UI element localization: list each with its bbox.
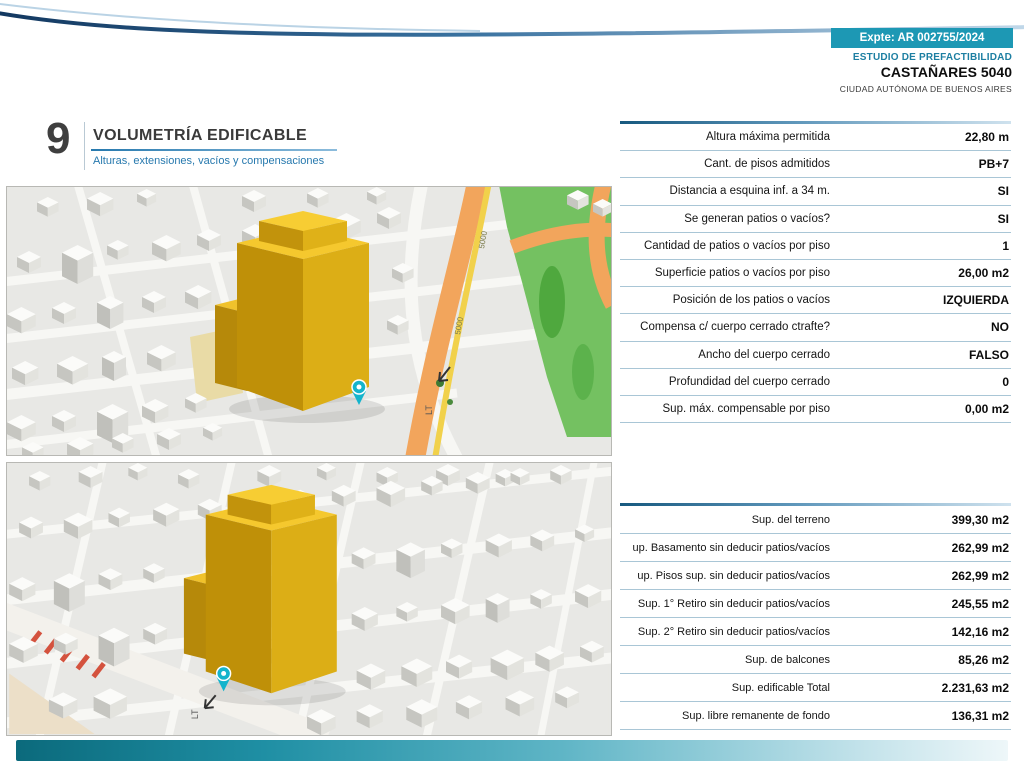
parameters-table: Altura máxima permitida 22,80 m Cant. de…	[620, 121, 1011, 424]
surface-value: 262,99 m2	[951, 540, 1009, 555]
surface-value: 136,31 m2	[951, 708, 1009, 723]
address-title: CASTAÑARES 5040	[880, 64, 1012, 80]
surface-value: 85,26 m2	[958, 652, 1009, 667]
table-row: up. Basamento sin deducir patios/vacíos …	[620, 534, 1011, 562]
table-row: Profundidad del cuerpo cerrado 0	[620, 369, 1011, 396]
parameter-label: Posición de los patios o vacíos	[672, 294, 830, 307]
surface-value: 399,30 m2	[951, 512, 1009, 527]
table-row: Sup. libre remanente de fondo 136,31 m2	[620, 702, 1011, 730]
table-row: Sup. de balcones 85,26 m2	[620, 646, 1011, 674]
parameter-label: Altura máxima permitida	[706, 131, 830, 144]
surface-value: 245,55 m2	[951, 596, 1009, 611]
surface-label: Sup. 1° Retiro sin deducir patios/vacíos	[637, 597, 830, 610]
surface-label: Sup. del terreno	[751, 513, 830, 526]
parameter-label: Distancia a esquina inf. a 34 m.	[669, 185, 830, 198]
parameter-value: IZQUIERDA	[943, 293, 1009, 308]
parameter-value: 0,00 m2	[964, 401, 1009, 416]
parameter-value: 1	[1002, 238, 1009, 253]
city-label: CIUDAD AUTÓNOMA DE BUENOS AIRES	[839, 84, 1012, 94]
section-divider	[84, 122, 85, 170]
section-underline	[91, 149, 337, 151]
parameter-value: NO	[991, 320, 1009, 335]
table-row: Sup. del terreno 399,30 m2	[620, 506, 1011, 534]
parameter-label: Se generan patios o vacíos?	[684, 212, 830, 225]
surface-value: 142,16 m2	[951, 624, 1009, 639]
section-subtitle: Alturas, extensiones, vacíos y compensac…	[93, 155, 325, 167]
table-row: Cant. de pisos admitidos PB+7	[620, 151, 1011, 179]
parameter-label: Compensa c/ cuerpo cerrado ctrafte?	[640, 321, 830, 334]
table-row: Se generan patios o vacíos? SI	[620, 206, 1011, 233]
parameter-value: SI	[997, 184, 1009, 199]
table-row: Superficie patios o vacíos por piso 26,0…	[620, 260, 1011, 288]
table-row: Posición de los patios o vacíos IZQUIERD…	[620, 287, 1011, 315]
lt-label: LT	[190, 709, 200, 719]
table-row: Sup. edificable Total 2.231,63 m2	[620, 674, 1011, 702]
table-row: Altura máxima permitida 22,80 m	[620, 124, 1011, 152]
section-title: VOLUMETRÍA EDIFICABLE	[93, 127, 308, 144]
parameter-label: Ancho del cuerpo cerrado	[698, 348, 830, 361]
footer-gradient-bar	[16, 740, 1008, 761]
parameter-value: SI	[997, 211, 1009, 226]
parameter-value: 22,80 m	[964, 130, 1009, 145]
highlighted-building-volume	[183, 484, 346, 706]
table-row: Sup. máx. compensable por piso 0,00 m2	[620, 396, 1011, 424]
section-number: 9	[46, 114, 71, 163]
page: Expte: AR 002755/2024 ESTUDIO DE PREFACT…	[0, 0, 1024, 768]
study-type-label: ESTUDIO DE PREFACTIBILIDAD	[852, 52, 1012, 63]
volumetry-map-top: 5000 5000 LT	[6, 186, 612, 456]
parameter-label: Profundidad del cuerpo cerrado	[668, 375, 830, 388]
table-row: Sup. 2° Retiro sin deducir patios/vacíos…	[620, 618, 1011, 646]
surface-value: 262,99 m2	[951, 568, 1009, 583]
table-row: Compensa c/ cuerpo cerrado ctrafte? NO	[620, 314, 1011, 342]
parameter-label: Superficie patios o vacíos por piso	[654, 267, 830, 280]
parameter-value: 26,00 m2	[958, 266, 1009, 281]
volumetry-map-bottom: LT	[6, 462, 612, 736]
surface-label: up. Basamento sin deducir patios/vacíos	[632, 541, 830, 554]
surfaces-table: Sup. del terreno 399,30 m2 up. Basamento…	[620, 503, 1011, 730]
table-row: up. Pisos sup. sin deducir patios/vacíos…	[620, 562, 1011, 590]
surface-label: Sup. de balcones	[744, 653, 830, 666]
parameter-value: FALSO	[968, 347, 1009, 362]
surface-label: Sup. 2° Retiro sin deducir patios/vacíos	[637, 625, 830, 638]
surface-label: Sup. libre remanente de fondo	[682, 709, 830, 722]
tree-icon	[447, 399, 453, 405]
surface-value: 2.231,63 m2	[941, 680, 1009, 695]
surface-label: Sup. edificable Total	[731, 681, 830, 694]
table-row: Distancia a esquina inf. a 34 m. SI	[620, 178, 1011, 206]
parameter-value: PB+7	[978, 157, 1009, 172]
surface-label: up. Pisos sup. sin deducir patios/vacíos	[637, 569, 830, 582]
expedient-badge: Expte: AR 002755/2024	[831, 28, 1013, 48]
lt-label: LT	[424, 405, 434, 415]
parameter-label: Sup. máx. compensable por piso	[662, 402, 830, 415]
parameter-value: 0	[1002, 374, 1009, 389]
parameter-label: Cant. de pisos admitidos	[704, 158, 830, 171]
table-row: Sup. 1° Retiro sin deducir patios/vacíos…	[620, 590, 1011, 618]
table-row: Cantidad de patios o vacíos por piso 1	[620, 233, 1011, 260]
parameter-label: Cantidad de patios o vacíos por piso	[643, 239, 830, 252]
table-row: Ancho del cuerpo cerrado FALSO	[620, 342, 1011, 369]
